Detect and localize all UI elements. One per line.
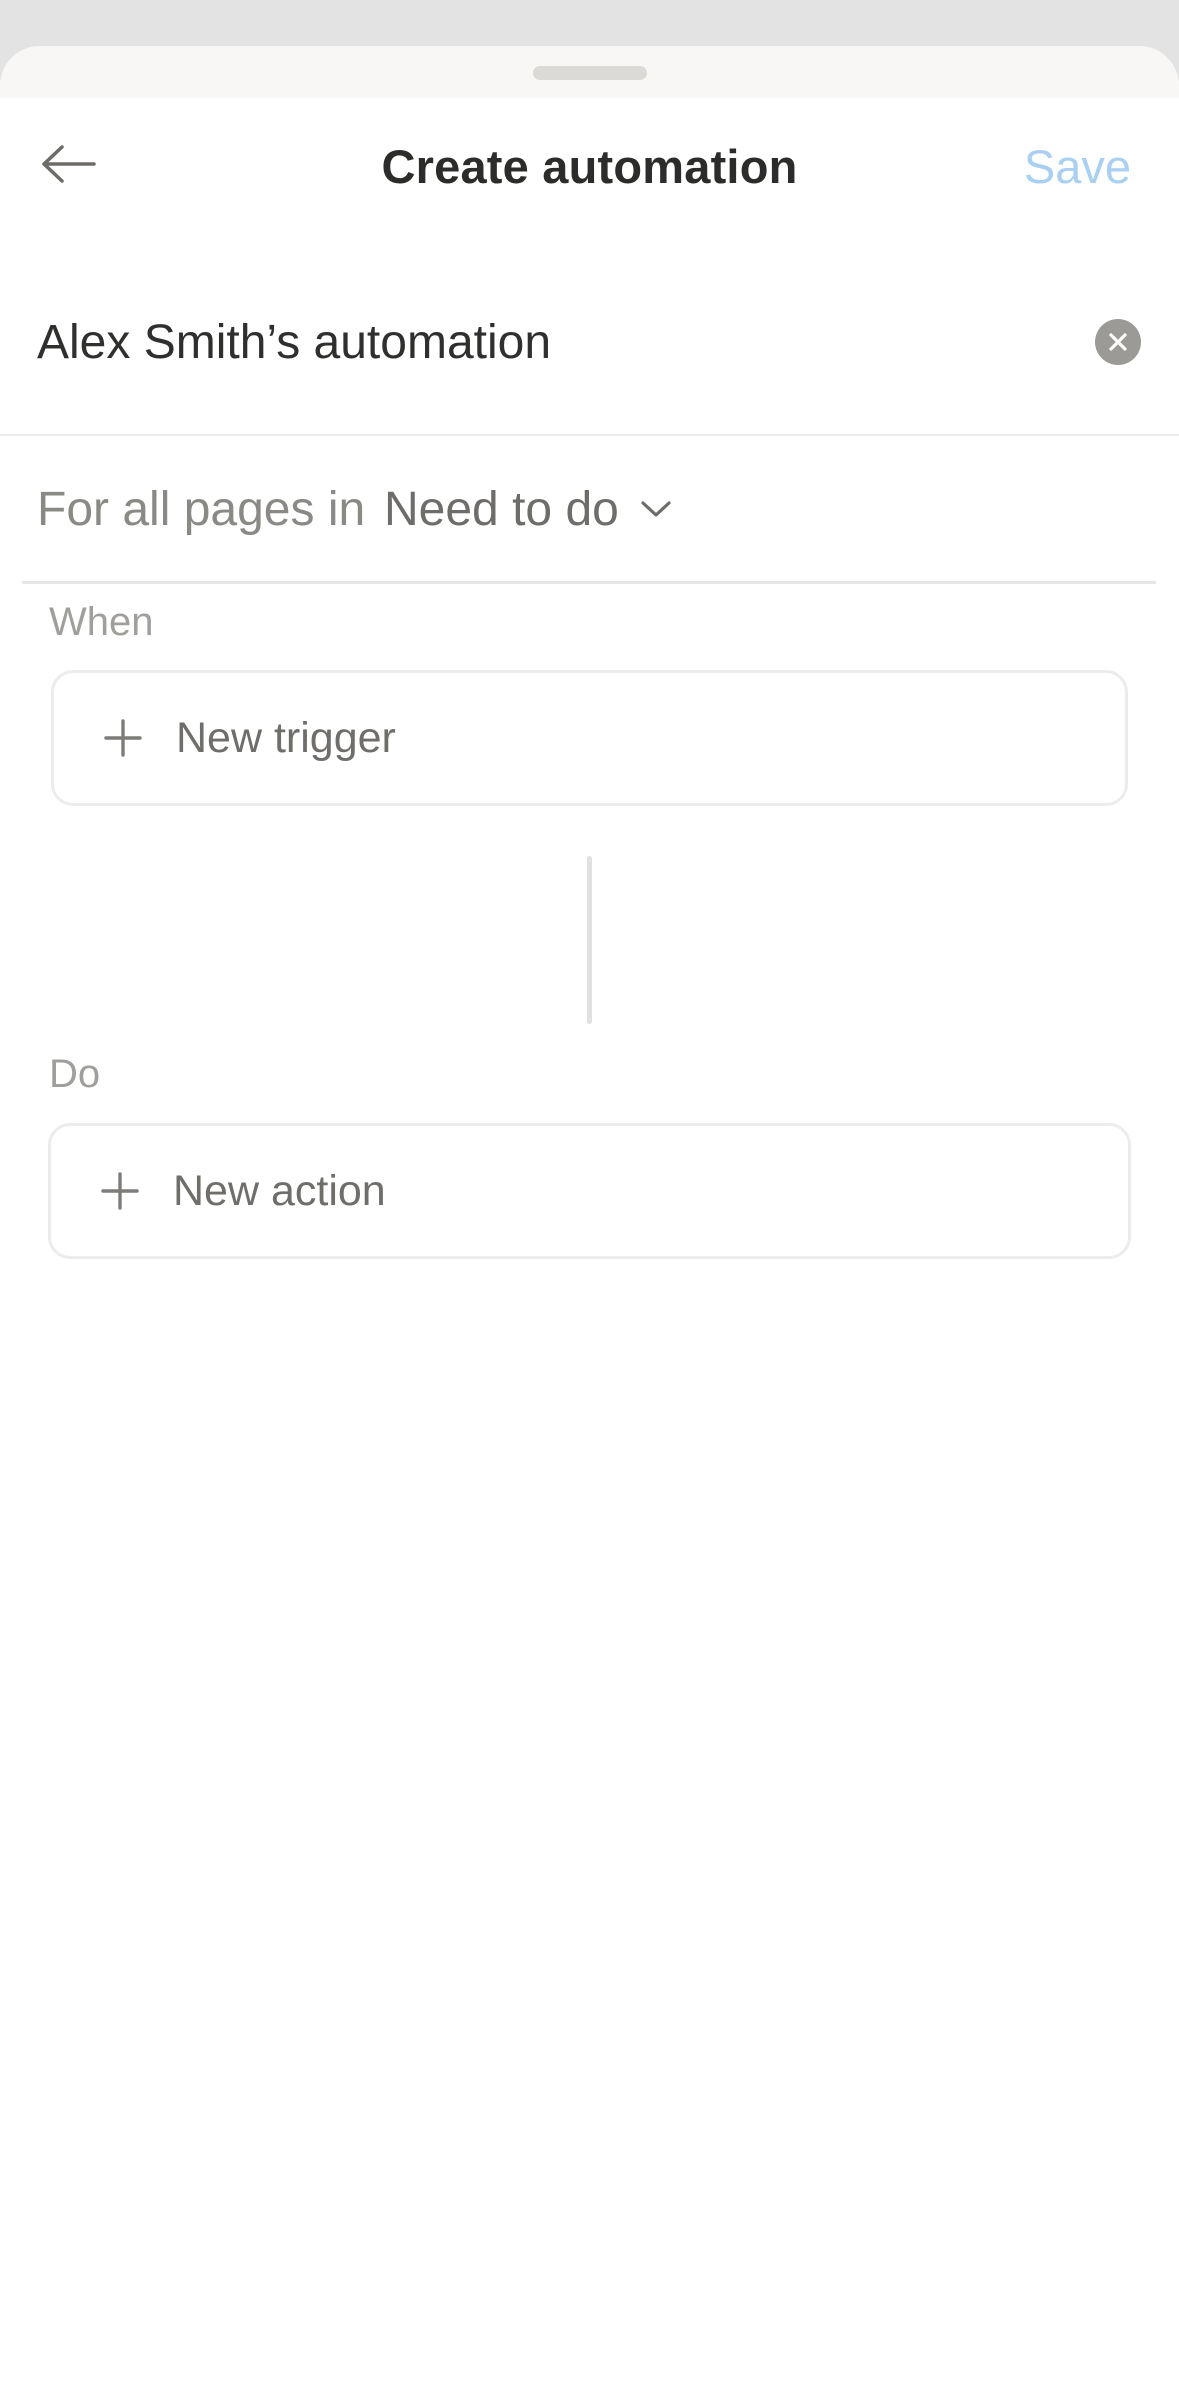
bottom-sheet: Create automation Save Alex Smith’s auto… <box>0 46 1179 2396</box>
new-action-button[interactable]: New action <box>48 1123 1131 1259</box>
automation-name-input[interactable]: Alex Smith’s automation <box>37 274 551 410</box>
plus-icon <box>101 1172 139 1210</box>
new-trigger-label: New trigger <box>176 713 396 762</box>
new-action-label: New action <box>173 1166 386 1215</box>
do-section-label: Do <box>49 1052 101 1096</box>
scope-prefix-label: For all pages in <box>37 482 366 536</box>
flow-connector-line <box>587 856 592 1024</box>
scope-row: For all pages in Need to do <box>22 438 1156 584</box>
sheet-grabber-handle[interactable] <box>533 66 647 80</box>
plus-icon <box>104 719 142 757</box>
chevron-down-icon <box>641 500 671 518</box>
automation-name-row: Alex Smith’s automation <box>0 274 1179 436</box>
when-section-label: When <box>49 600 154 644</box>
back-button[interactable] <box>40 136 120 196</box>
navigation-bar: Create automation Save <box>0 98 1179 234</box>
database-select[interactable]: Need to do <box>384 458 671 560</box>
database-select-value: Need to do <box>384 482 619 536</box>
clear-circle-x-icon <box>1108 332 1128 352</box>
clear-name-button[interactable] <box>1095 319 1141 365</box>
page-title: Create automation <box>381 139 798 193</box>
sheet-grabber-area[interactable] <box>0 46 1179 98</box>
arrow-left-icon <box>40 144 96 189</box>
new-trigger-button[interactable]: New trigger <box>51 670 1128 806</box>
save-button[interactable]: Save <box>1024 98 1131 234</box>
